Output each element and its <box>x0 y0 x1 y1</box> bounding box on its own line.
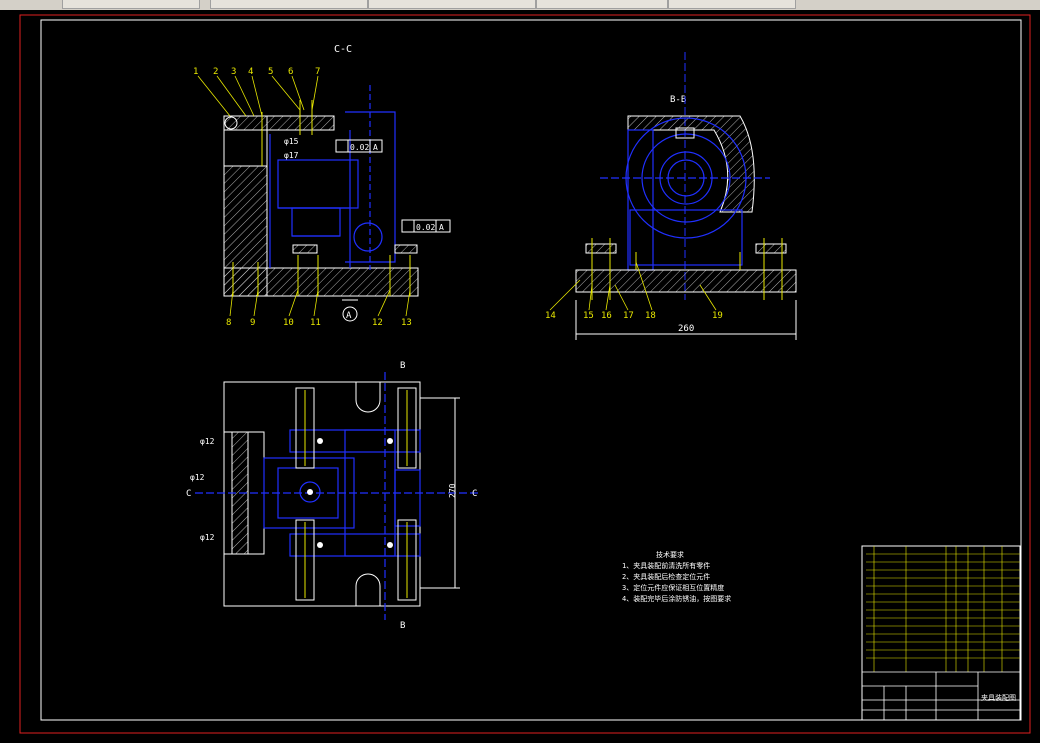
balloon-3: 3 <box>231 67 236 77</box>
balloon-16: 16 <box>601 311 612 321</box>
taskbar-button-1[interactable] <box>62 0 200 9</box>
note-4: 4、装配完毕后涂防锈油，按图要求 <box>622 594 731 603</box>
view-bb: B-B 260 14 15 16 17 18 19 <box>545 52 797 340</box>
cad-drawing-canvas[interactable]: C-C A 0.02 A 0.02 A φ15 φ17 1 2 3 4 5 6 … <box>0 10 1040 738</box>
balloon-9: 9 <box>250 318 255 328</box>
dim-phi12-a: φ12 <box>200 437 215 446</box>
tolerance-frame-1: 0.02 A <box>335 139 383 153</box>
balloon-6: 6 <box>288 67 293 77</box>
view-bb-label: B-B <box>670 95 686 105</box>
balloon-10: 10 <box>283 318 294 328</box>
balloon-5: 5 <box>268 67 273 77</box>
dim-phi12-b: φ12 <box>190 473 205 482</box>
balloon-19: 19 <box>712 311 723 321</box>
taskbar-button-3[interactable] <box>368 0 536 9</box>
tolerance-1-datum: A <box>373 143 378 152</box>
dim-phi15: φ15 <box>284 137 299 146</box>
note-2: 2、夹具装配后检查定位元件 <box>622 572 710 581</box>
note-3: 3、定位元件应保证相互位置精度 <box>622 583 724 592</box>
drawing-svg: C-C A 0.02 A 0.02 A φ15 φ17 1 2 3 4 5 6 … <box>19 14 1031 734</box>
dim-270: 270 <box>448 483 457 498</box>
taskbar-button-4[interactable] <box>536 0 668 9</box>
balloon-13: 13 <box>401 318 412 328</box>
title-block: 夹具装配图 <box>861 545 1021 721</box>
balloon-7: 7 <box>315 67 320 77</box>
notes-title: 技术要求 <box>656 550 684 559</box>
dim-260: 260 <box>678 324 694 334</box>
balloon-15: 15 <box>583 311 594 321</box>
balloon-17: 17 <box>623 311 634 321</box>
balloon-4: 4 <box>248 67 253 77</box>
section-c-right: C <box>472 489 477 499</box>
tolerance-1-value: 0.02 <box>350 143 369 152</box>
taskbar-button-5[interactable] <box>668 0 796 9</box>
outer-border <box>19 14 1031 734</box>
balloon-14: 14 <box>545 311 556 321</box>
tolerance-2-value: 0.02 <box>416 223 435 232</box>
tolerance-2-datum: A <box>439 223 444 232</box>
taskbar-button-2[interactable] <box>210 0 368 9</box>
balloon-11: 11 <box>310 318 321 328</box>
balloon-18: 18 <box>645 311 656 321</box>
balloon-2: 2 <box>213 67 218 77</box>
section-b-bottom: B <box>400 621 405 631</box>
section-b-top: B <box>400 361 405 371</box>
balloon-12: 12 <box>372 318 383 328</box>
view-cc: C-C A 0.02 A 0.02 A φ15 φ17 1 2 3 4 5 6 … <box>193 44 451 328</box>
view-cc-label: C-C <box>334 44 352 55</box>
dim-phi12-c: φ12 <box>200 533 215 542</box>
dim-phi17: φ17 <box>284 151 299 160</box>
view-top: 270 φ12 φ12 φ12 C C B B <box>186 361 480 631</box>
title-block-name: 夹具装配图 <box>981 693 1016 702</box>
balloon-8: 8 <box>226 318 231 328</box>
section-c-left: C <box>186 489 191 499</box>
technical-notes: 技术要求 1、夹具装配前清洗所有零件 2、夹具装配后检查定位元件 3、定位元件应… <box>622 550 731 603</box>
tolerance-frame-2: 0.02 A <box>401 219 451 233</box>
datum-a-label: A <box>346 311 352 321</box>
balloon-1: 1 <box>193 67 198 77</box>
note-1: 1、夹具装配前清洗所有零件 <box>622 561 710 570</box>
